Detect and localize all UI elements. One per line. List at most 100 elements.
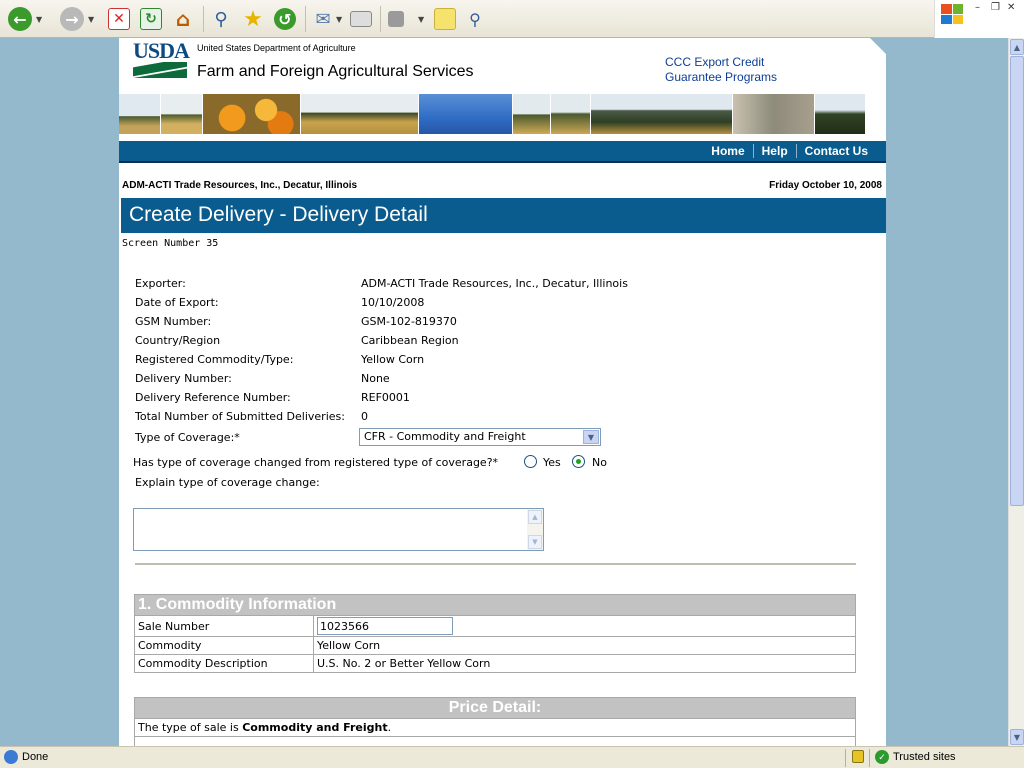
- program-link[interactable]: CCC Export Credit Guarantee Programs: [665, 55, 777, 85]
- export-date-label: Date of Export:: [135, 296, 219, 309]
- agency-name: Farm and Foreign Agricultural Services: [197, 63, 474, 80]
- delivery-number-value: None: [361, 372, 390, 385]
- table-row: Commodity Description U.S. No. 2 or Bett…: [134, 654, 856, 673]
- coverage-changed-no-radio[interactable]: [572, 455, 585, 468]
- exporter-context: ADM-ACTI Trade Resources, Inc., Decatur,…: [122, 180, 358, 191]
- mail-button[interactable]: ✉ ▼: [312, 5, 342, 33]
- status-bar: Done ✓ Trusted sites: [0, 746, 1024, 768]
- page-icon: [4, 750, 18, 764]
- yes-label: Yes: [543, 456, 561, 469]
- toolbar-divider: [203, 6, 204, 32]
- registered-commodity-value: Yellow Corn: [361, 353, 425, 366]
- textarea-scrollbar[interactable]: ▲ ▼: [527, 509, 543, 550]
- banner-photo-mountain: [591, 94, 733, 134]
- home-button[interactable]: ⌂: [172, 5, 194, 33]
- chevron-down-icon: ▼: [88, 14, 95, 24]
- note-button[interactable]: [434, 5, 456, 33]
- coverage-changed-yes-radio[interactable]: [524, 455, 537, 468]
- browser-toolbar: ← ▼ → ▼ ✕ ↻ ⌂ ⚲ ★ ↺ ✉ ▼ ▼ ⚲ – ❐ ✕: [0, 0, 1024, 38]
- commodity-label: Commodity: [134, 636, 314, 655]
- current-date: Friday October 10, 2008: [769, 180, 882, 191]
- sale-number-input[interactable]: [317, 617, 453, 635]
- total-deliveries-value: 0: [361, 410, 368, 423]
- explain-change-label: Explain type of coverage change:: [135, 476, 320, 489]
- banner-photo-field: [513, 94, 551, 134]
- banner-photo-field: [301, 94, 419, 134]
- refresh-button[interactable]: ↻: [140, 5, 162, 33]
- price-detail-row: [134, 736, 856, 746]
- commodity-description-value: U.S. No. 2 or Better Yellow Corn: [313, 654, 856, 673]
- home-icon: ⌂: [175, 7, 191, 31]
- page-title-bar: Create Delivery - Delivery Detail: [121, 198, 886, 233]
- print-button[interactable]: [350, 5, 372, 33]
- refresh-icon: ↻: [140, 8, 162, 30]
- windows-flag-icon: [941, 4, 963, 24]
- sale-type-value: Commodity and Freight: [242, 721, 388, 734]
- chevron-down-icon: ▼: [418, 14, 425, 24]
- minimize-icon[interactable]: –: [975, 2, 980, 13]
- chevron-down-icon: ▼: [336, 14, 343, 24]
- banner-photo-field: [551, 94, 591, 134]
- mail-icon: ✉: [315, 8, 331, 30]
- scroll-down-icon[interactable]: ▼: [528, 535, 542, 549]
- favorites-button[interactable]: ★: [242, 5, 264, 33]
- edit-icon: [388, 11, 404, 27]
- star-icon: ★: [243, 6, 263, 32]
- section-divider: [135, 563, 856, 565]
- stop-button[interactable]: ✕: [108, 5, 130, 33]
- explain-change-textarea[interactable]: ▲ ▼: [133, 508, 544, 551]
- usda-logo-text: USDA: [133, 38, 190, 63]
- program-link-line2: Guarantee Programs: [665, 70, 778, 84]
- delivery-reference-value: REF0001: [361, 391, 410, 404]
- scroll-down-icon[interactable]: ▼: [1010, 729, 1024, 745]
- toolbar-divider: [305, 6, 306, 32]
- banner-photo-fruit: [203, 94, 301, 134]
- research-button[interactable]: ⚲: [464, 5, 486, 33]
- status-divider: [869, 749, 870, 767]
- back-arrow-icon: ←: [8, 7, 32, 31]
- usda-logo[interactable]: USDA: [133, 38, 190, 80]
- close-icon[interactable]: ✕: [1007, 2, 1015, 13]
- forward-button[interactable]: → ▼: [60, 5, 94, 33]
- price-detail-table: Price Detail: The type of sale is Commod…: [134, 697, 856, 746]
- status-text: Done: [22, 751, 49, 763]
- table-row: Sale Number: [134, 615, 856, 637]
- status-divider: [845, 749, 846, 767]
- scroll-thumb[interactable]: [1010, 56, 1024, 506]
- history-button[interactable]: ↺: [274, 5, 296, 33]
- country-value: Caribbean Region: [361, 334, 459, 347]
- sale-type-prefix: The type of sale is: [138, 721, 243, 734]
- program-link-line1: CCC Export Credit: [665, 55, 765, 69]
- banner-photo-forest: [815, 94, 865, 134]
- security-zone: Trusted sites: [893, 751, 956, 763]
- nav-home-link[interactable]: Home: [703, 144, 752, 158]
- edit-button[interactable]: ▼: [388, 5, 424, 33]
- restore-icon[interactable]: ❐: [991, 2, 1000, 13]
- department-name: United States Department of Agriculture: [197, 43, 356, 53]
- coverage-type-label: Type of Coverage:*: [135, 431, 240, 444]
- search-icon: ⚲: [214, 8, 228, 30]
- nav-contact-link[interactable]: Contact Us: [797, 144, 876, 158]
- search-button[interactable]: ⚲: [210, 5, 232, 33]
- commodity-info-table: 1. Commodity Information Sale Number Com…: [134, 594, 856, 673]
- printer-icon: [350, 11, 372, 27]
- scroll-up-icon[interactable]: ▲: [528, 510, 542, 524]
- back-button[interactable]: ← ▼: [8, 5, 42, 33]
- scroll-up-icon[interactable]: ▲: [1010, 39, 1024, 55]
- nav-help-link[interactable]: Help: [754, 144, 796, 158]
- commodity-section-heading: 1. Commodity Information: [134, 594, 856, 616]
- forward-arrow-icon: →: [60, 7, 84, 31]
- coverage-type-select[interactable]: CFR - Commodity and Freight ▼: [359, 428, 601, 446]
- web-page: USDA United States Department of Agricul…: [119, 38, 886, 746]
- registered-commodity-label: Registered Commodity/Type:: [135, 353, 294, 366]
- commodity-value: Yellow Corn: [313, 636, 856, 655]
- page-scrollbar[interactable]: ▲ ▼: [1008, 38, 1024, 746]
- windows-logo-area: – ❐ ✕: [934, 0, 1024, 38]
- chevron-down-icon[interactable]: ▼: [583, 430, 599, 444]
- no-label: No: [592, 456, 607, 469]
- banner-photo-field: [119, 94, 161, 134]
- corner-fold: [870, 38, 886, 54]
- gsm-number-value: GSM-102-819370: [361, 315, 457, 328]
- photo-banner: [119, 94, 886, 134]
- sale-number-label: Sale Number: [134, 615, 314, 637]
